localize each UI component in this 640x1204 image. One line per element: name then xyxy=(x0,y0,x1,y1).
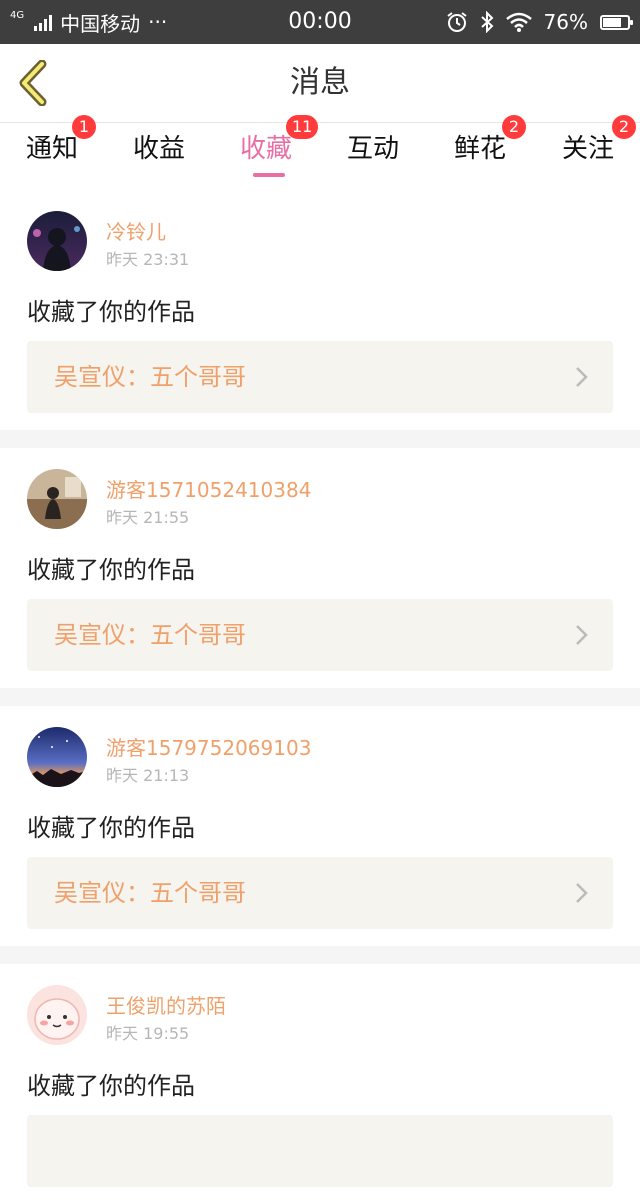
timestamp: 昨天 21:55 xyxy=(106,508,190,527)
work-title: 吴宣仪：五个哥哥 xyxy=(54,621,246,649)
tab-label: 收益 xyxy=(132,134,185,164)
user-name[interactable]: 游客1579752069103 xyxy=(106,732,311,761)
avatar[interactable] xyxy=(27,985,87,1045)
tab-label: 互动 xyxy=(346,134,399,164)
battery-fill xyxy=(603,17,622,27)
tab-label: 收藏 xyxy=(239,134,292,164)
list-item: 王俊凯的苏陌 昨天 19:55 收藏了你的作品 xyxy=(0,964,640,1204)
tab-badge: 2 xyxy=(502,115,526,139)
wifi-icon xyxy=(505,12,532,32)
work-title: 吴宣仪：五个哥哥 xyxy=(54,363,246,391)
tab-earnings[interactable]: 收益 xyxy=(109,123,209,183)
work-title: 吴宣仪：五个哥哥 xyxy=(54,879,246,907)
active-tab-indicator xyxy=(253,173,285,177)
message-text: 收藏了你的作品 xyxy=(27,556,195,584)
header: 消息 xyxy=(0,44,640,123)
tab-notifications[interactable]: 通知 1 xyxy=(2,115,102,183)
list-item: 游客1571052410384 昨天 21:55 收藏了你的作品 吴宣仪：五个哥… xyxy=(0,448,640,688)
divider xyxy=(0,430,640,448)
message-text: 收藏了你的作品 xyxy=(27,1072,195,1100)
user-name[interactable]: 冷铃儿 xyxy=(106,216,166,245)
chevron-right-icon xyxy=(576,883,588,903)
tab-badge: 2 xyxy=(612,115,636,139)
tab-bar: 通知 1 收益 收藏 11 互动 鲜花 2 关注 2 xyxy=(0,115,640,183)
bluetooth-icon xyxy=(480,11,493,33)
timestamp: 昨天 23:31 xyxy=(106,250,190,269)
timestamp: 昨天 21:13 xyxy=(106,766,190,785)
battery-icon xyxy=(600,14,633,30)
status-bar: 4G 中国移动 ··· 00:00 76% xyxy=(0,0,640,44)
message-list: 冷铃儿 昨天 23:31 收藏了你的作品 吴宣仪：五个哥哥 游客15710524… xyxy=(0,190,640,1204)
divider xyxy=(0,946,640,964)
page-title: 消息 xyxy=(290,65,350,100)
alarm-icon xyxy=(446,12,467,32)
battery-percent: 76% xyxy=(543,10,588,34)
avatar[interactable] xyxy=(27,211,87,271)
work-card[interactable]: 吴宣仪：五个哥哥 xyxy=(27,599,613,671)
work-card[interactable]: 吴宣仪：五个哥哥 xyxy=(27,341,613,413)
work-card[interactable]: 吴宣仪：五个哥哥 xyxy=(27,857,613,929)
avatar[interactable] xyxy=(27,727,87,787)
tab-interactions[interactable]: 互动 xyxy=(323,123,423,183)
list-item: 冷铃儿 昨天 23:31 收藏了你的作品 吴宣仪：五个哥哥 xyxy=(0,190,640,430)
user-name[interactable]: 游客1571052410384 xyxy=(106,474,311,503)
tab-label: 通知 xyxy=(25,134,78,164)
divider xyxy=(0,688,640,706)
work-card[interactable] xyxy=(27,1115,613,1187)
chevron-right-icon xyxy=(576,625,588,645)
user-name[interactable]: 王俊凯的苏陌 xyxy=(106,990,226,1019)
tab-flowers[interactable]: 鲜花 2 xyxy=(430,115,530,183)
tab-badge: 11 xyxy=(286,115,319,139)
list-item: 游客1579752069103 昨天 21:13 收藏了你的作品 吴宣仪：五个哥… xyxy=(0,706,640,946)
tab-label: 鲜花 xyxy=(453,134,506,164)
tab-favorites[interactable]: 收藏 11 xyxy=(216,115,319,183)
avatar[interactable] xyxy=(27,469,87,529)
message-text: 收藏了你的作品 xyxy=(27,298,195,326)
timestamp: 昨天 19:55 xyxy=(106,1024,190,1043)
tab-badge: 1 xyxy=(72,115,96,139)
tab-follows[interactable]: 关注 2 xyxy=(538,115,638,183)
chevron-right-icon xyxy=(576,367,588,387)
message-text: 收藏了你的作品 xyxy=(27,814,195,842)
tab-label: 关注 xyxy=(561,134,614,164)
